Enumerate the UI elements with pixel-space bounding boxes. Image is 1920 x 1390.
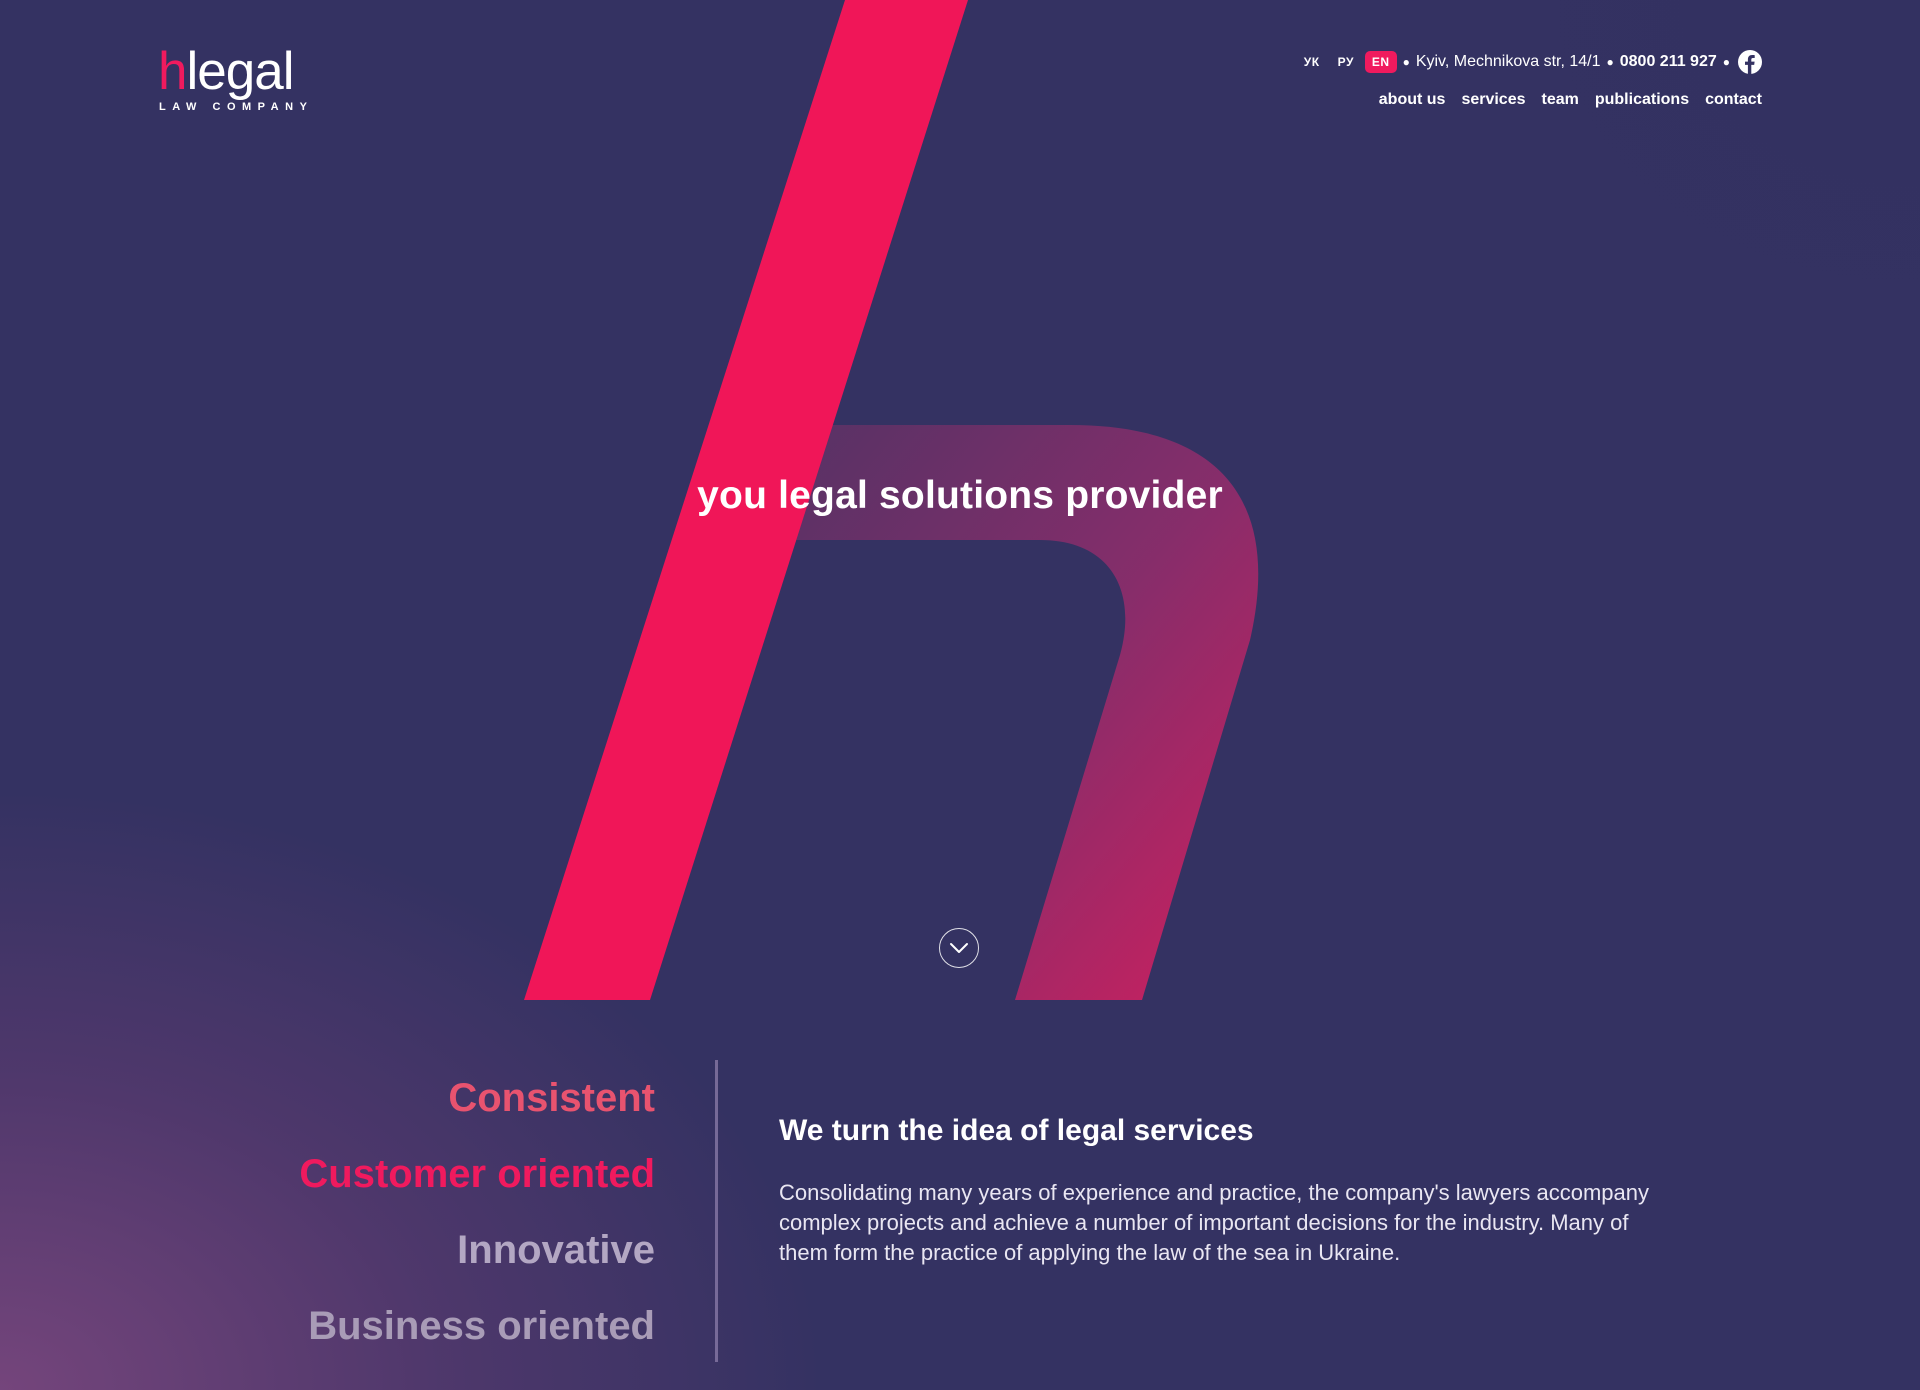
nav-publications[interactable]: publications [1595,91,1689,109]
facebook-icon[interactable] [1738,50,1762,74]
page: hlegal LAW COMPANY УК РУ EN ● Kyiv, Mech… [0,0,1920,1390]
nav-services[interactable]: services [1461,91,1525,109]
address: Kyiv, Mechnikova str, 14/1 [1415,53,1601,70]
nav-about-us[interactable]: about us [1379,91,1446,109]
top-bar: УК РУ EN ● Kyiv, Mechnikova str, 14/1 ● … [1293,48,1762,76]
chevron-down-icon [950,943,968,953]
value-item: Business oriented [308,1304,655,1348]
separator-dot: ● [1606,55,1614,69]
about-section: We turn the idea of legal services Conso… [779,1114,1649,1268]
logo-wordmark: hlegal [158,42,294,101]
nav-contact[interactable]: contact [1705,91,1762,109]
nav-team[interactable]: team [1542,91,1579,109]
separator-dot: ● [1402,55,1410,69]
about-heading: We turn the idea of legal services [779,1114,1254,1147]
lang-ru[interactable]: РУ [1331,51,1361,73]
phone-link[interactable]: 0800 211 927 [1620,53,1717,71]
values-list: Consistent Customer oriented Innovative … [150,1070,655,1374]
logo[interactable]: hlegal LAW COMPANY [158,42,314,114]
logo-subtitle: LAW COMPANY [159,101,314,113]
lang-uk[interactable]: УК [1297,51,1327,73]
divider [715,1060,718,1362]
value-item: Customer oriented [299,1152,655,1196]
main-nav: about us services team publications cont… [1379,91,1762,109]
hero-tagline: you legal solutions provider [697,474,1223,517]
value-item: Innovative [457,1228,655,1272]
value-item: Consistent [448,1076,655,1120]
scroll-down-button[interactable] [939,928,979,968]
lang-en[interactable]: EN [1364,51,1397,73]
separator-dot: ● [1722,55,1730,69]
about-body: Consolidating many years of experience a… [779,1180,1649,1265]
